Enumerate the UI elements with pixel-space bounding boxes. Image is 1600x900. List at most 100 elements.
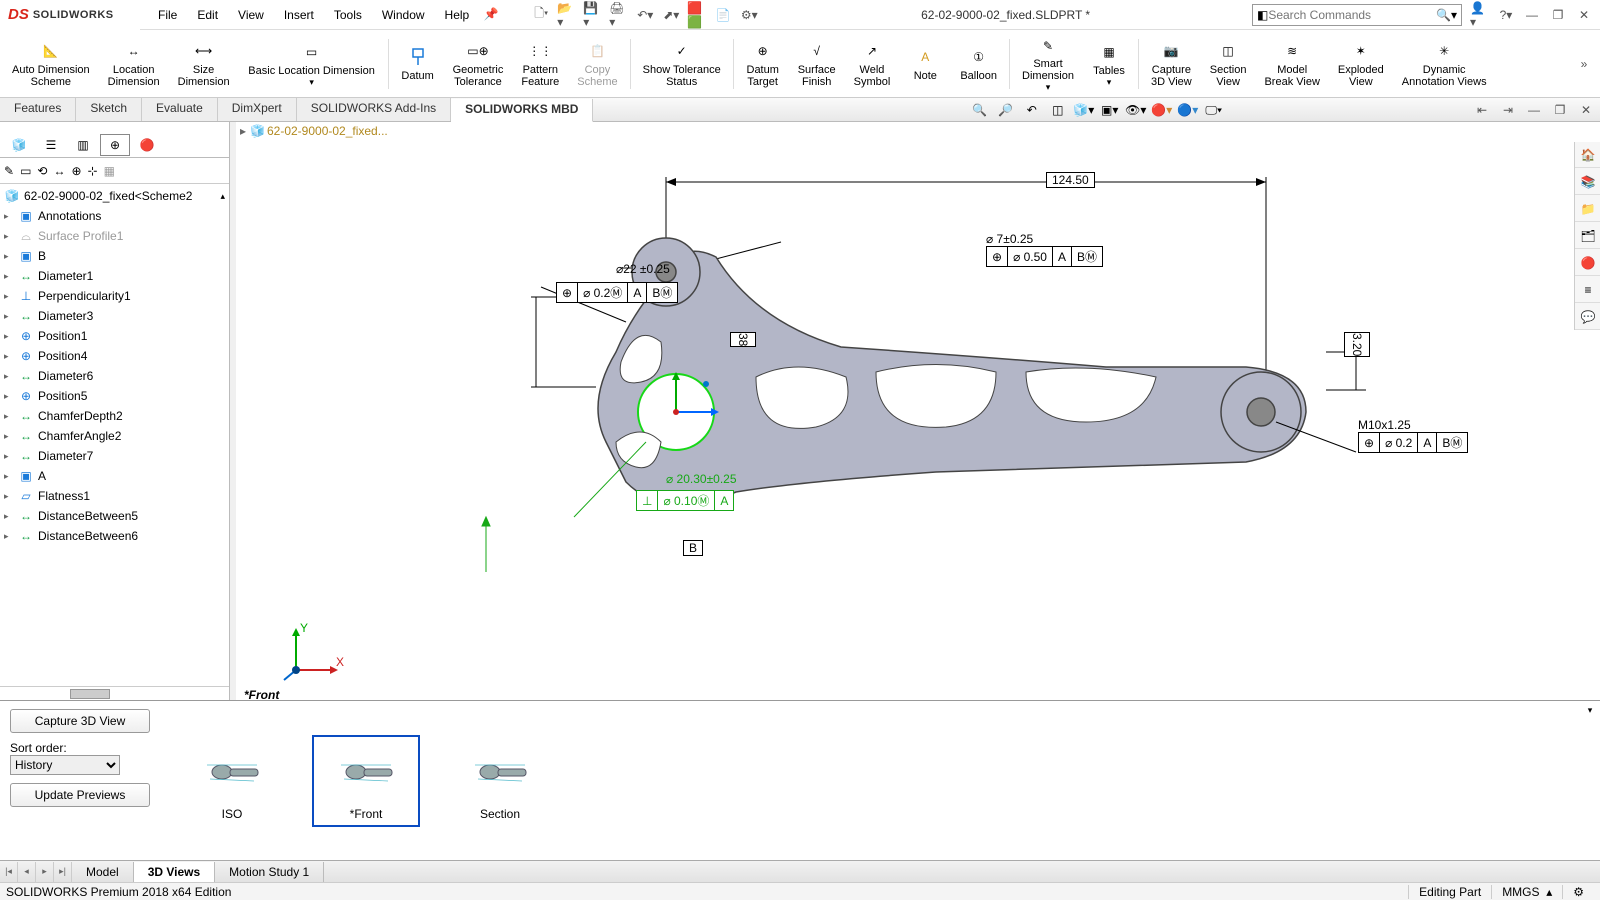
tree-item-position1[interactable]: ▸⊕Position1 [0,326,229,346]
tab-nav-first-icon[interactable]: |◂ [0,862,18,882]
size-dimension-button[interactable]: ⟷Size Dimension [172,33,236,95]
tree-item-distancebetween6[interactable]: ▸↔DistanceBetween6 [0,526,229,546]
fm-tool-3-icon[interactable]: ⟲ [37,164,47,178]
smart-dimension-button[interactable]: ✎Smart Dimension▾ [1016,33,1080,95]
view-settings-icon[interactable]: 🖵▾ [1203,99,1225,121]
taskpane-appearances-icon[interactable]: 🔴 [1575,250,1600,276]
tab-nav-prev-icon[interactable]: ◂ [18,862,36,882]
help-icon[interactable]: ?▾ [1496,5,1516,25]
fm-tab-dimxpert[interactable]: ⊕ [100,134,130,156]
expand-icon[interactable]: ▸ [4,391,14,402]
view-thumb-section[interactable]: Section [448,737,552,825]
taskpane-view-palette-icon[interactable]: 🗂 [1575,223,1600,249]
search-scope-icon[interactable]: ◧ [1257,8,1268,22]
popout-right-icon[interactable]: ⇥ [1498,100,1518,120]
tree-item-chamferangle2[interactable]: ▸↔ChamferAngle2 [0,426,229,446]
dimxpert-tree[interactable]: 🧊 62-02-9000-02_fixed<Scheme2 ▴ ▸▣Annota… [0,184,229,686]
world-axis-triad[interactable]: Y X [276,620,346,690]
note-button[interactable]: ANote [902,33,948,95]
dim-d2030[interactable]: ⌀ 20.30±0.25 [666,472,737,486]
menu-help[interactable]: Help [437,4,478,26]
tab-nav-last-icon[interactable]: ▸| [54,862,72,882]
taskpane-custom-props-icon[interactable]: ≡ [1575,277,1600,303]
tree-item-diameter1[interactable]: ▸↔Diameter1 [0,266,229,286]
bottom-tab-model[interactable]: Model [72,862,134,882]
update-previews-button[interactable]: Update Previews [10,783,150,807]
tables-button[interactable]: ▦Tables▾ [1086,33,1132,95]
search-commands[interactable]: ◧ 🔍▾ [1252,4,1462,26]
view-orient-icon[interactable]: 🧊▾ [1073,99,1095,121]
expand-icon[interactable]: ▸ [4,531,14,542]
save-icon[interactable]: 💾▾ [583,5,603,25]
settings-icon[interactable]: ⚙▾ [739,5,759,25]
zoom-area-icon[interactable]: 🔎 [995,99,1017,121]
fm-tab-property[interactable]: ☰ [36,134,66,156]
tab-mbd[interactable]: SOLIDWORKS MBD [451,99,593,122]
expand-icon[interactable]: ▸ [4,371,14,382]
menu-insert[interactable]: Insert [276,4,322,26]
expand-icon[interactable]: ▸ [4,451,14,462]
fm-tool-4-icon[interactable]: ↔ [53,164,65,178]
auto-dimension-scheme-button[interactable]: 📐Auto Dimension Scheme [6,33,96,95]
restore-icon[interactable]: ❐ [1548,5,1568,25]
tab-features[interactable]: Features [0,98,76,121]
graphics-area[interactable]: ▸ 🧊62-02-9000-02_fixed... 🏠 📚 📁 🗂 🔴 ≡ 💬 [236,122,1600,700]
expand-icon[interactable]: ▸ [4,311,14,322]
rebuild-icon[interactable]: 🟥🟩 [687,5,707,25]
expand-icon[interactable]: ▸ [4,491,14,502]
search-icon[interactable]: 🔍▾ [1436,8,1457,22]
view-thumb-front[interactable]: *Front [312,735,420,827]
section-icon[interactable]: ◫ [1047,99,1069,121]
gfx-restore-icon[interactable]: ❐ [1550,100,1570,120]
view-thumb-iso[interactable]: ISO [180,737,284,825]
menu-view[interactable]: View [230,4,272,26]
menu-edit[interactable]: Edit [189,4,226,26]
fcf-m10[interactable]: ⊕⌀ 0.2ABⓂ [1358,432,1468,453]
views-panel-collapse-icon[interactable]: ▾ [1588,705,1593,716]
capture-3d-view-panel-button[interactable]: Capture 3D View [10,709,150,733]
user-icon[interactable]: 👤▾ [1470,5,1490,25]
tree-item-diameter6[interactable]: ▸↔Diameter6 [0,366,229,386]
tree-item-surface profile1[interactable]: ▸⌓Surface Profile1 [0,226,229,246]
dim-d7[interactable]: ⌀ 7±0.25 [986,232,1103,246]
fm-tool-6-icon[interactable]: ⊹ [88,164,98,178]
ribbon-overflow-icon[interactable]: » [1574,54,1594,74]
status-units[interactable]: MMGS ▴ [1491,885,1562,899]
balloon-button[interactable]: ①Balloon [954,33,1003,95]
tab-nav-next-icon[interactable]: ▸ [36,862,54,882]
new-icon[interactable]: 🗋▾ [531,5,551,25]
popout-left-icon[interactable]: ⇤ [1472,100,1492,120]
menu-file[interactable]: File [150,4,185,26]
location-dimension-button[interactable]: ↔Location Dimension [102,33,166,95]
fcf-perpendicularity[interactable]: ⊥⌀ 0.10ⓂA [636,490,734,511]
options-icon[interactable]: 📄 [713,5,733,25]
capture-3d-view-button[interactable]: 📷Capture 3D View [1145,33,1198,95]
dim-38[interactable]: 38 [730,332,756,347]
tree-item-diameter3[interactable]: ▸↔Diameter3 [0,306,229,326]
menu-window[interactable]: Window [374,4,433,26]
surface-finish-button[interactable]: √Surface Finish [792,33,842,95]
tree-item-diameter7[interactable]: ▸↔Diameter7 [0,446,229,466]
display-style-icon[interactable]: ▣▾ [1099,99,1121,121]
sort-order-select[interactable]: History [10,755,120,775]
fm-tab-display[interactable]: 🔴 [132,134,162,156]
taskpane-explorer-icon[interactable]: 📁 [1575,196,1600,222]
tree-item-b[interactable]: ▸▣B [0,246,229,266]
fm-tool-1-icon[interactable]: ✎ [4,164,14,178]
tree-item-a[interactable]: ▸▣A [0,466,229,486]
fm-tool-7-icon[interactable]: ▦ [104,164,115,178]
taskpane-library-icon[interactable]: 📚 [1575,169,1600,195]
pattern-feature-button[interactable]: ⋮⋮Pattern Feature [515,33,565,95]
expand-icon[interactable]: ▸ [4,271,14,282]
open-icon[interactable]: 📂▾ [557,5,577,25]
expand-icon[interactable]: ▸ [4,331,14,342]
tree-item-perpendicularity1[interactable]: ▸⊥Perpendicularity1 [0,286,229,306]
select-icon[interactable]: ⬈▾ [661,5,681,25]
dim-320[interactable]: 3.20 [1344,332,1370,357]
weld-symbol-button[interactable]: ↗Weld Symbol [848,33,897,95]
tree-hscroll[interactable] [0,686,229,700]
expand-icon[interactable]: ▸ [4,291,14,302]
tab-addins[interactable]: SOLIDWORKS Add-Ins [297,98,451,121]
dim-d22[interactable]: ⌀22 ±0.25 [616,262,670,276]
tab-sketch[interactable]: Sketch [76,98,142,121]
